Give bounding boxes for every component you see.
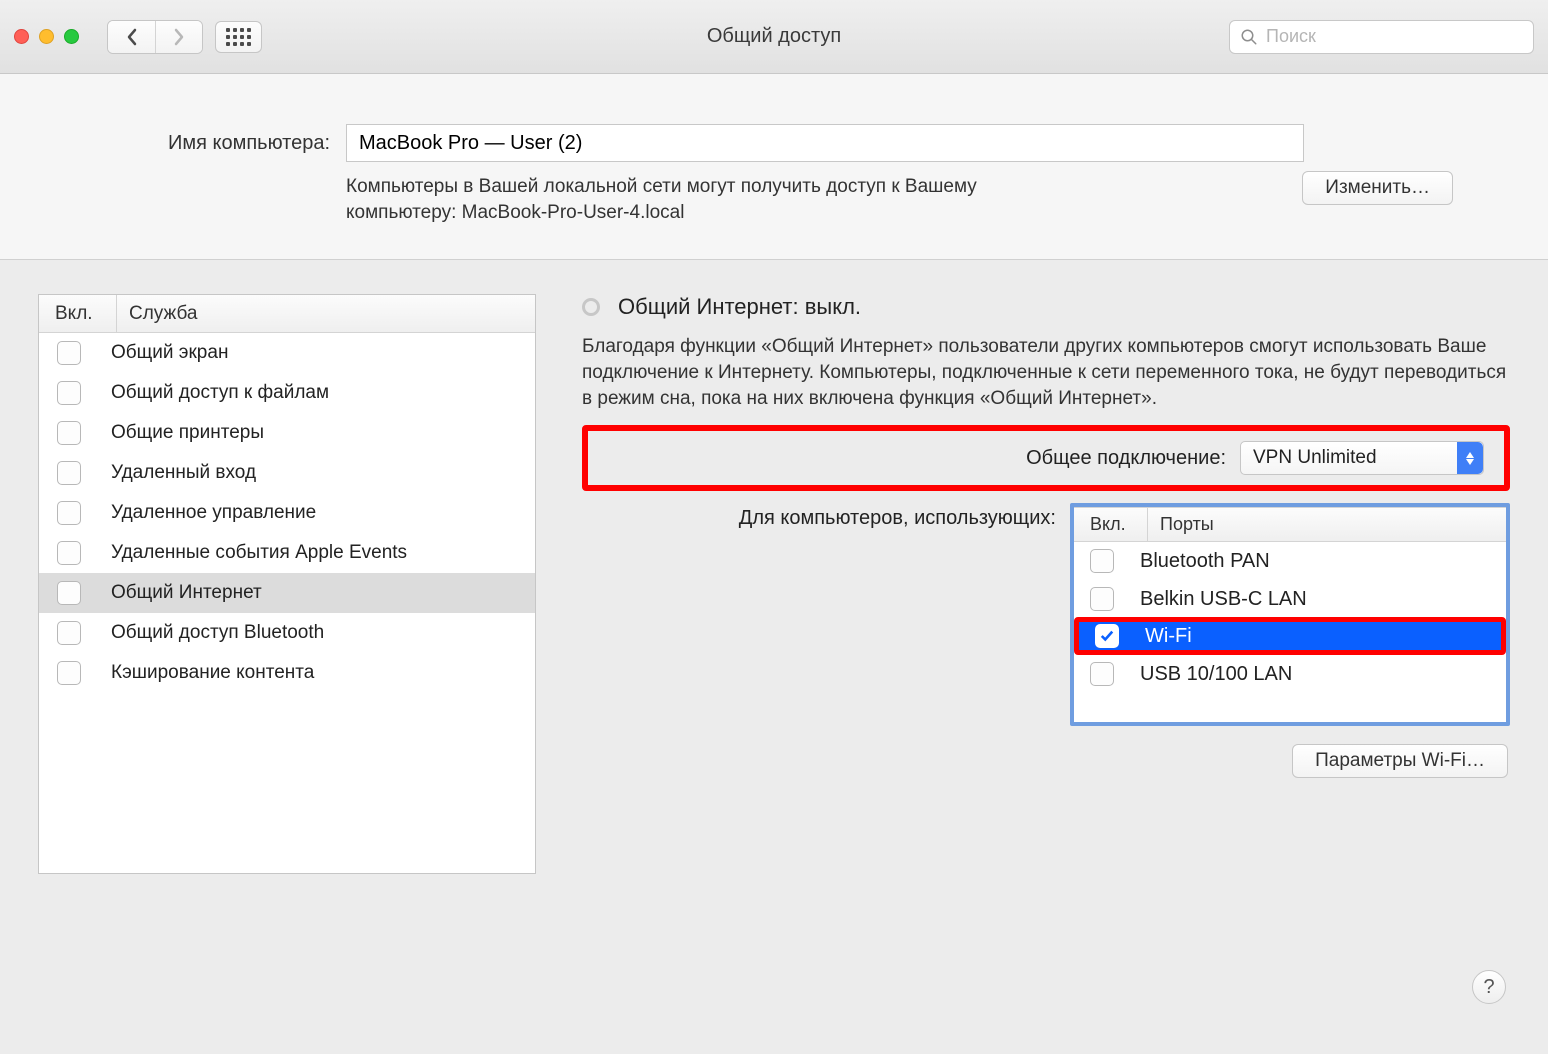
service-checkbox[interactable] <box>57 421 81 445</box>
computer-name-label: Имя компьютера: <box>95 132 330 155</box>
service-checkbox[interactable] <box>57 661 81 685</box>
show-all-button[interactable] <box>215 21 262 53</box>
share-connection-highlight: Общее подключение: VPN Unlimited <box>582 425 1510 491</box>
ports-highlight: Вкл. Порты Bluetooth PAN Belkin USB-C LAN… <box>1070 503 1510 726</box>
computer-name-input[interactable] <box>346 124 1304 162</box>
ports-row: Для компьютеров, использующих: Вкл. Порт… <box>582 503 1510 726</box>
service-checkbox[interactable] <box>57 621 81 645</box>
ports-table: Вкл. Порты Bluetooth PAN Belkin USB-C LAN… <box>1074 507 1506 722</box>
search-icon <box>1240 28 1258 46</box>
toolbar: Общий доступ <box>0 0 1548 74</box>
ports-header: Вкл. Порты <box>1074 508 1506 542</box>
port-checkbox[interactable] <box>1095 624 1119 648</box>
service-row[interactable]: Удаленный вход <box>39 453 535 493</box>
service-row[interactable]: Удаленное управление <box>39 493 535 533</box>
service-row[interactable]: Общий доступ к файлам <box>39 373 535 413</box>
service-row[interactable]: Кэширование контента <box>39 653 535 693</box>
detail-description: Благодаря функции «Общий Интернет» польз… <box>582 334 1510 411</box>
service-label: Удаленные события Apple Events <box>111 542 407 564</box>
service-label: Кэширование контента <box>111 662 314 684</box>
wifi-options-button[interactable]: Параметры Wi-Fi… <box>1292 744 1508 778</box>
status-title: Общий Интернет: выкл. <box>618 294 861 320</box>
services-header-service: Служба <box>117 303 535 325</box>
port-checkbox[interactable] <box>1090 549 1114 573</box>
computer-name-description: Компьютеры в Вашей локальной сети могут … <box>346 174 1066 225</box>
close-icon[interactable] <box>14 29 29 44</box>
service-row[interactable]: Удаленные события Apple Events <box>39 533 535 573</box>
status-row: Общий Интернет: выкл. <box>582 294 1510 320</box>
service-checkbox[interactable] <box>57 381 81 405</box>
share-connection-popup[interactable]: VPN Unlimited <box>1240 441 1484 475</box>
minimize-icon[interactable] <box>39 29 54 44</box>
port-label: USB 10/100 LAN <box>1140 663 1292 686</box>
share-connection-row: Общее подключение: VPN Unlimited <box>588 431 1504 485</box>
grid-icon <box>226 28 251 46</box>
service-label: Общий доступ Bluetooth <box>111 622 324 644</box>
service-label: Общие принтеры <box>111 422 264 444</box>
status-indicator-icon <box>582 298 600 316</box>
ports-label: Для компьютеров, использующих: <box>582 503 1056 530</box>
port-row[interactable]: Wi-Fi <box>1074 617 1506 655</box>
service-label: Удаленный вход <box>111 462 256 484</box>
service-row[interactable]: Общий Интернет <box>39 573 535 613</box>
service-label: Общий экран <box>111 342 228 364</box>
help-button[interactable]: ? <box>1472 970 1506 1004</box>
service-checkbox[interactable] <box>57 541 81 565</box>
port-row[interactable]: USB 10/100 LAN <box>1074 655 1506 693</box>
service-row[interactable]: Общий доступ Bluetooth <box>39 613 535 653</box>
content-area: Вкл. Служба Общий экран Общий доступ к фа… <box>0 260 1548 904</box>
port-checkbox[interactable] <box>1090 587 1114 611</box>
forward-button[interactable] <box>155 21 202 53</box>
edit-button[interactable]: Изменить… <box>1302 171 1453 205</box>
share-connection-label: Общее подключение: <box>588 447 1226 470</box>
back-button[interactable] <box>108 21 155 53</box>
services-header: Вкл. Служба <box>39 295 535 333</box>
detail-panel: Общий Интернет: выкл. Благодаря функции … <box>582 294 1510 778</box>
service-checkbox[interactable] <box>57 461 81 485</box>
window-controls <box>14 29 79 44</box>
share-connection-value: VPN Unlimited <box>1253 447 1377 469</box>
service-checkbox[interactable] <box>57 501 81 525</box>
service-checkbox[interactable] <box>57 341 81 365</box>
service-checkbox[interactable] <box>57 581 81 605</box>
service-row[interactable]: Общий экран <box>39 333 535 373</box>
service-label: Удаленное управление <box>111 502 316 524</box>
service-row[interactable]: Общие принтеры <box>39 413 535 453</box>
port-label: Belkin USB-C LAN <box>1140 588 1307 611</box>
port-checkbox[interactable] <box>1090 662 1114 686</box>
services-body: Общий экран Общий доступ к файлам Общие пр… <box>39 333 535 873</box>
search-input[interactable] <box>1266 26 1523 47</box>
search-field[interactable] <box>1229 20 1534 54</box>
services-header-on: Вкл. <box>39 295 117 332</box>
ports-header-on: Вкл. <box>1074 508 1148 541</box>
computer-name-panel: Имя компьютера: Компьютеры в Вашей локал… <box>0 74 1548 260</box>
port-label: Bluetooth PAN <box>1140 550 1270 573</box>
port-label: Wi-Fi <box>1145 625 1192 648</box>
services-table: Вкл. Служба Общий экран Общий доступ к фа… <box>38 294 536 874</box>
nav-segment <box>107 20 203 54</box>
chevron-updown-icon <box>1457 442 1483 474</box>
ports-body: Bluetooth PAN Belkin USB-C LAN Wi-Fi USB 10… <box>1074 542 1506 722</box>
zoom-icon[interactable] <box>64 29 79 44</box>
service-label: Общий Интернет <box>111 582 262 604</box>
port-row[interactable]: Bluetooth PAN <box>1074 542 1506 580</box>
port-row[interactable]: Belkin USB-C LAN <box>1074 580 1506 618</box>
ports-header-ports: Порты <box>1148 514 1506 535</box>
service-label: Общий доступ к файлам <box>111 382 329 404</box>
